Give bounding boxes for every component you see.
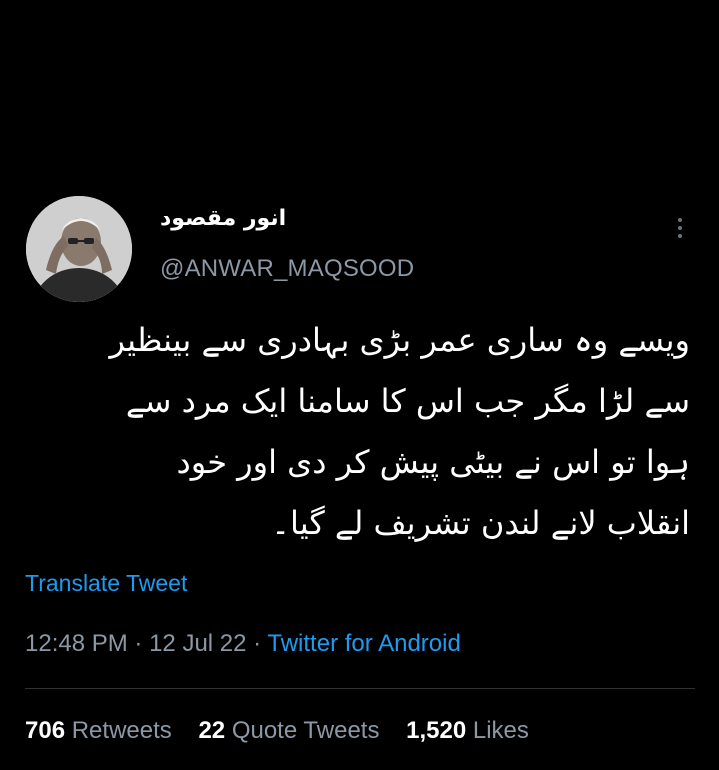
avatar-photo xyxy=(26,196,132,302)
tweet-text-line: انقلاب لانے لندن تشریف لے گیا۔ xyxy=(271,504,690,542)
divider xyxy=(25,688,695,689)
tweet-text-line: ہوا تو اس نے بیٹی پیش کر دی اور خود xyxy=(176,443,690,481)
more-vertical-icon-dot xyxy=(678,226,682,230)
tweet-text-line: ویسے وہ ساری عمر بڑی بہادری سے بینظیر xyxy=(109,321,690,359)
meta-separator: · xyxy=(134,630,143,657)
likes-label: Likes xyxy=(472,717,529,744)
user-handle[interactable]: @ANWAR_MAQSOOD xyxy=(160,255,414,283)
tweet-text-line: سے لڑا مگر جب اس کا سامنا ایک مرد سے xyxy=(125,382,690,420)
likes-stat[interactable]: 1,520 Likes xyxy=(406,717,529,744)
display-name[interactable]: انور مقصود xyxy=(160,206,286,231)
engagement-stats: 706 Retweets 22 Quote Tweets 1,520 Likes xyxy=(25,717,549,745)
tweet-source-link[interactable]: Twitter for Android xyxy=(267,630,460,657)
likes-count: 1,520 xyxy=(406,717,467,744)
avatar[interactable] xyxy=(26,196,132,302)
translate-tweet-link[interactable]: Translate Tweet xyxy=(25,570,187,597)
tweet-time[interactable]: 12:48 PM xyxy=(25,630,128,657)
retweets-stat[interactable]: 706 Retweets xyxy=(25,717,178,744)
more-options-button[interactable] xyxy=(664,212,696,244)
tweet-text: ویسے وہ ساری عمر بڑی بہادری سے بینظیر سے… xyxy=(20,310,690,554)
tweet-card: انور مقصود @ANWAR_MAQSOOD ویسے وہ ساری ع… xyxy=(0,0,719,770)
more-vertical-icon-dot xyxy=(678,234,682,238)
more-vertical-icon xyxy=(678,218,682,222)
retweets-label: Retweets xyxy=(71,717,172,744)
tweet-date[interactable]: 12 Jul 22 xyxy=(149,630,246,657)
meta-separator: · xyxy=(253,630,262,657)
quote-tweets-stat[interactable]: 22 Quote Tweets xyxy=(198,717,386,744)
quote-tweets-label: Quote Tweets xyxy=(231,717,380,744)
tweet-metadata: 12:48 PM · 12 Jul 22 · Twitter for Andro… xyxy=(25,630,461,658)
retweets-count: 706 xyxy=(25,717,66,744)
quote-tweets-count: 22 xyxy=(198,717,226,744)
